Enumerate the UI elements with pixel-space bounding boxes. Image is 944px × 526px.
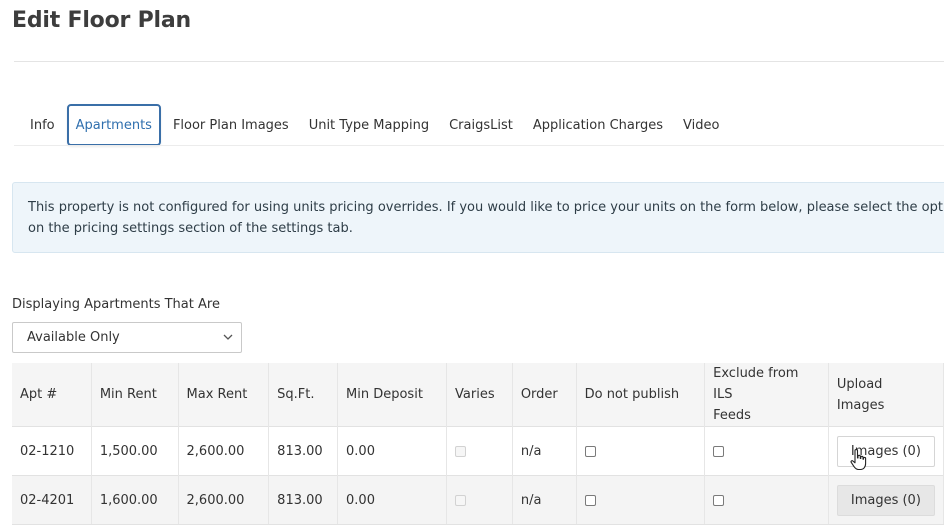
col-min-deposit: Min Deposit <box>337 363 448 427</box>
cell-order: n/a <box>512 475 577 525</box>
col-upload-images-line1: Upload <box>836 376 883 392</box>
tab-apartments[interactable]: Apartments <box>66 104 161 146</box>
apartments-table: Apt # Min Rent Max Rent Sq.Ft. Min Depos… <box>12 363 944 525</box>
cell-varies <box>446 475 513 525</box>
col-min-rent: Min Rent <box>91 363 179 427</box>
tab-floor-plan-images[interactable]: Floor Plan Images <box>163 105 299 145</box>
cell-do-not-publish <box>576 475 706 525</box>
tab-bar: Info Apartments Floor Plan Images Unit T… <box>20 103 729 147</box>
cell-sqft: 813.00 <box>268 475 339 525</box>
col-upload-images-line2: Images <box>836 397 885 413</box>
cell-exclude-ils <box>704 475 829 525</box>
notice-line-1: This property is not configured for usin… <box>28 200 944 215</box>
cell-sqft: 813.00 <box>268 426 339 476</box>
cell-exclude-ils <box>704 426 829 476</box>
exclude-ils-checkbox[interactable] <box>713 494 725 506</box>
title-divider <box>14 61 944 62</box>
col-exclude-ils-line2: Feeds <box>713 408 751 423</box>
hand-cursor-icon <box>850 448 867 471</box>
page-title: Edit Floor Plan <box>12 8 191 33</box>
cell-upload-images: Images (0) <box>828 426 944 476</box>
tab-application-charges[interactable]: Application Charges <box>523 105 673 145</box>
pricing-notice: This property is not configured for usin… <box>12 182 944 253</box>
table-header-row: Apt # Min Rent Max Rent Sq.Ft. Min Depos… <box>12 363 944 427</box>
cell-max-rent: 2,600.00 <box>178 475 270 525</box>
cell-apt: 02-4201 <box>12 475 92 525</box>
col-apt: Apt # <box>12 363 92 427</box>
table-row: 02-4201 1,600.00 2,600.00 813.00 0.00 n/… <box>12 475 944 525</box>
availability-select-value: Available Only <box>27 330 120 345</box>
cell-do-not-publish <box>576 426 706 476</box>
col-sqft: Sq.Ft. <box>268 363 339 427</box>
tab-craigslist[interactable]: CraigsList <box>439 105 523 145</box>
col-upload-images: Upload Images <box>828 363 944 427</box>
availability-select[interactable]: Available Only <box>12 322 242 353</box>
cell-min-deposit: 0.00 <box>337 475 448 525</box>
cell-min-deposit: 0.00 <box>337 426 448 476</box>
tab-info[interactable]: Info <box>20 105 65 145</box>
do-not-publish-checkbox[interactable] <box>584 494 596 506</box>
exclude-ils-checkbox[interactable] <box>713 445 725 457</box>
col-varies: Varies <box>446 363 513 427</box>
cell-varies <box>446 426 513 476</box>
cell-apt: 02-1210 <box>12 426 92 476</box>
col-max-rent: Max Rent <box>178 363 270 427</box>
tab-video[interactable]: Video <box>673 105 729 145</box>
tab-unit-type-mapping[interactable]: Unit Type Mapping <box>299 105 439 145</box>
cell-max-rent: 2,600.00 <box>178 426 270 476</box>
notice-line-2: on the pricing settings section of the s… <box>28 221 353 236</box>
cell-min-rent: 1,500.00 <box>91 426 179 476</box>
cell-min-rent: 1,600.00 <box>91 475 179 525</box>
col-exclude-ils: Exclude from ILS Feeds <box>704 363 829 427</box>
cell-order: n/a <box>512 426 577 476</box>
col-order: Order <box>512 363 577 427</box>
filter-label: Displaying Apartments That Are <box>12 297 220 312</box>
col-do-not-publish: Do not publish <box>576 363 706 427</box>
col-exclude-ils-line1: Exclude from ILS <box>713 366 799 402</box>
chevron-down-icon <box>223 334 233 340</box>
tabs-divider <box>14 145 944 146</box>
cell-upload-images: Images (0) <box>828 475 944 525</box>
varies-checkbox <box>455 494 467 506</box>
do-not-publish-checkbox[interactable] <box>584 445 596 457</box>
varies-checkbox <box>455 445 467 457</box>
table-row: 02-1210 1,500.00 2,600.00 813.00 0.00 n/… <box>12 426 944 476</box>
images-button[interactable]: Images (0) <box>836 484 935 516</box>
